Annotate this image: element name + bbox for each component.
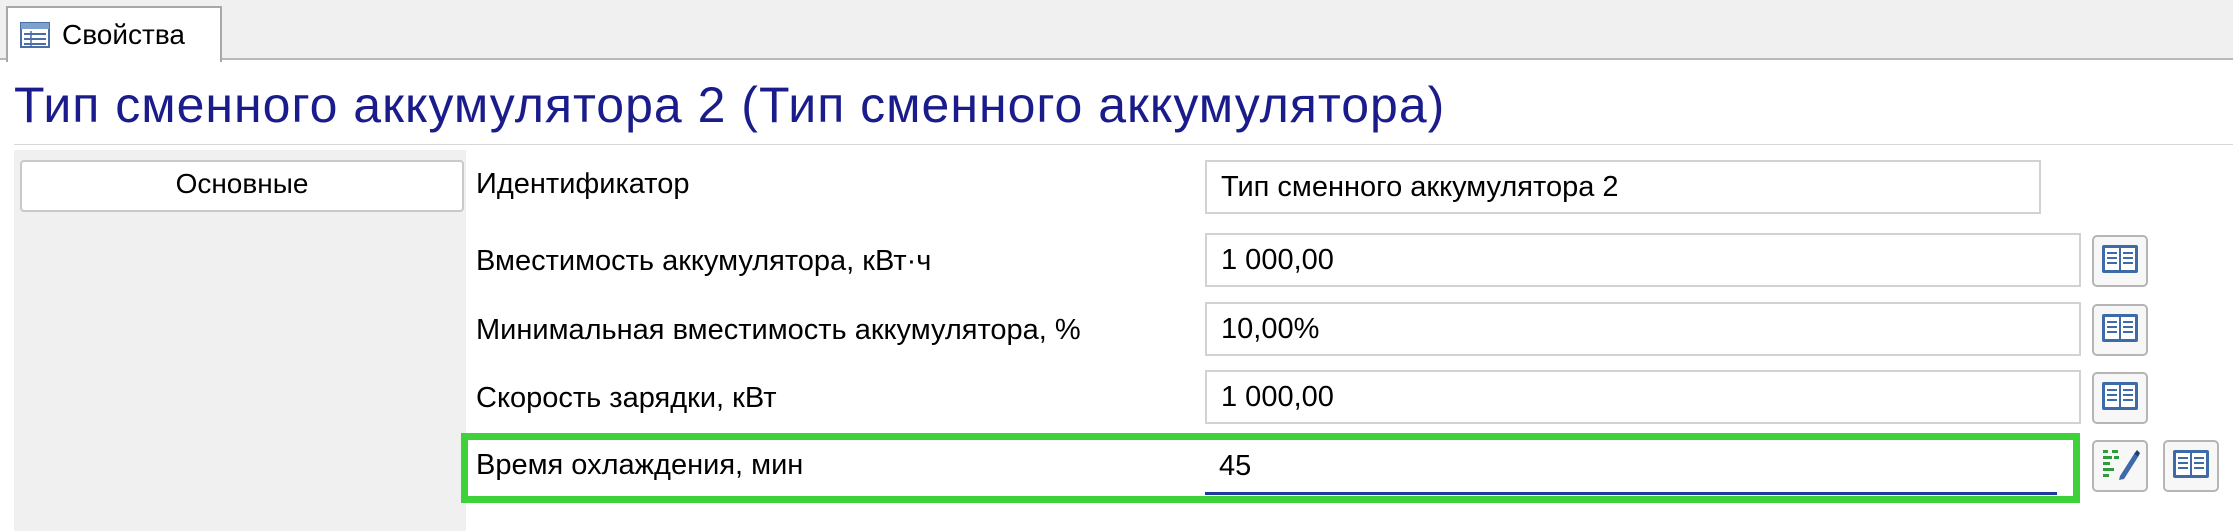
- tab-label: Свойства: [62, 19, 185, 50]
- book-icon: [2100, 311, 2140, 350]
- property-label-identifier: Идентификатор: [476, 168, 690, 200]
- page-title: Тип сменного аккумулятора 2 (Тип сменног…: [14, 77, 1446, 133]
- property-label-cooling-time: Время охлаждения, мин: [476, 449, 804, 481]
- identifier-field[interactable]: Тип сменного аккумулятора 2: [1205, 160, 2041, 214]
- cooling-time-value: 45: [1219, 450, 1252, 482]
- book-icon: [2100, 242, 2140, 281]
- cooling-time-reference-button[interactable]: [2163, 440, 2219, 492]
- charging-speed-value: 1 000,00: [1221, 380, 1334, 413]
- cooling-time-formula-button[interactable]: [2092, 440, 2148, 492]
- property-label-min-capacity: Минимальная вместимость аккумулятора, %: [476, 314, 1081, 346]
- properties-grid-icon: [20, 22, 50, 48]
- property-label-charging-speed: Скорость зарядки, кВт: [476, 382, 777, 414]
- book-icon: [2100, 379, 2140, 418]
- properties-window: Свойства Тип сменного аккумулятора 2 (Ти…: [0, 0, 2233, 531]
- tab-strip: Свойства: [0, 0, 2233, 62]
- capacity-reference-button[interactable]: [2092, 235, 2148, 287]
- book-icon: [2171, 447, 2211, 486]
- capacity-field[interactable]: 1 000,00: [1205, 233, 2081, 287]
- min-capacity-reference-button[interactable]: [2092, 304, 2148, 356]
- tab-properties[interactable]: Свойства: [6, 6, 222, 62]
- min-capacity-field[interactable]: 10,00%: [1205, 302, 2081, 356]
- charging-speed-field[interactable]: 1 000,00: [1205, 370, 2081, 424]
- cooling-time-field[interactable]: 45: [1205, 441, 2057, 495]
- property-label-capacity: Вместимость аккумулятора, кВт·ч: [476, 245, 932, 277]
- formula-edit-icon: [2100, 446, 2140, 487]
- section-button-main[interactable]: Основные: [20, 160, 464, 212]
- min-capacity-value: 10,00%: [1221, 312, 1320, 345]
- identifier-value: Тип сменного аккумулятора 2: [1221, 170, 1619, 203]
- charging-speed-reference-button[interactable]: [2092, 372, 2148, 424]
- capacity-value: 1 000,00: [1221, 243, 1334, 276]
- title-divider: [14, 144, 2233, 145]
